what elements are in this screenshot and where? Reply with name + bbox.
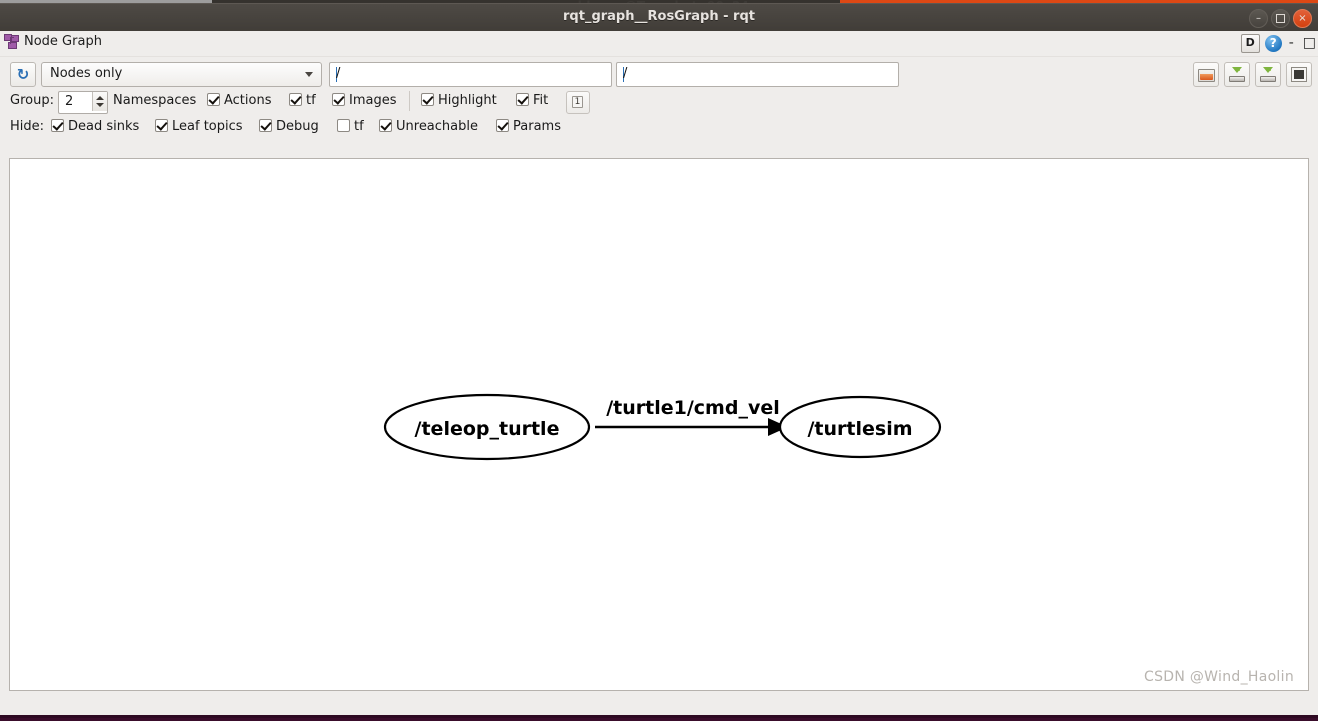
window-close-button[interactable]: × <box>1293 9 1312 28</box>
graph-node-teleop-turtle[interactable]: /teleop_turtle <box>383 393 591 461</box>
group-spinbox-buttons[interactable] <box>92 92 107 111</box>
topic-filter-input[interactable]: / <box>329 62 612 87</box>
fit-in-view-icon: 1 <box>572 96 583 108</box>
group-spinbox-value: 2 <box>65 94 74 109</box>
node-filter-value: / <box>623 66 628 81</box>
tf-label[interactable]: tf <box>306 92 316 110</box>
actions-checkbox[interactable] <box>207 93 220 106</box>
group-label: Group: <box>10 93 54 108</box>
toolbar-action-buttons <box>1193 62 1312 87</box>
window-title: rqt_graph__RosGraph - rqt <box>563 9 755 24</box>
ros-graph-svg: /teleop_turtle /turtlesim /turtle1/cmd_v… <box>383 393 942 461</box>
load-dot-button[interactable] <box>1193 62 1219 87</box>
leaf-topics-checkbox[interactable] <box>155 119 168 132</box>
fit-in-view-button[interactable]: 1 <box>566 91 590 114</box>
node-filter-input[interactable]: / <box>616 62 899 87</box>
hide-label: Hide: <box>10 119 45 134</box>
plugin-header-left: Node Graph <box>4 34 102 49</box>
watermark: CSDN @Wind_Haolin <box>1144 669 1294 685</box>
refresh-button[interactable]: ↻ <box>10 62 36 87</box>
chevron-down-icon <box>305 72 313 77</box>
plugin-float-button[interactable]: □ <box>1301 35 1318 52</box>
save-icon <box>1229 67 1245 82</box>
refresh-icon: ↻ <box>16 65 30 83</box>
rqt-main-window: rqt_graph__RosGraph - rqt – × Node Graph… <box>0 3 1318 715</box>
highlight-checkbox[interactable] <box>421 93 434 106</box>
window-minimize-button[interactable]: – <box>1249 9 1268 28</box>
node-graph-icon <box>4 34 19 49</box>
graph-node-label: /teleop_turtle <box>415 418 560 440</box>
dead-sinks-label[interactable]: Dead sinks <box>68 118 139 136</box>
plugin-header-bar: Node Graph D ? - □ <box>0 31 1318 57</box>
window-controls: – × <box>1249 9 1312 28</box>
tf-checkbox[interactable] <box>289 93 302 106</box>
graph-edge-teleop-to-turtlesim[interactable] <box>595 418 788 436</box>
toolbar-separator <box>409 91 410 111</box>
plugin-minimize-button[interactable]: - <box>1287 35 1296 52</box>
highlight-label[interactable]: Highlight <box>438 92 497 110</box>
folder-open-icon <box>1198 69 1215 82</box>
graph-node-label: /turtlesim <box>807 418 912 440</box>
dock-configuration-button[interactable]: D <box>1240 34 1260 53</box>
hide-tf-label[interactable]: tf <box>354 118 364 136</box>
leaf-topics-label[interactable]: Leaf topics <box>172 118 243 136</box>
images-checkbox[interactable] <box>332 93 345 106</box>
save-icon <box>1260 67 1276 82</box>
fit-label[interactable]: Fit <box>533 92 548 110</box>
toolbar-group-row: Group: 2 Namespaces Actions tf Images Hi… <box>0 89 1318 115</box>
ros-graph-canvas[interactable]: /teleop_turtle /turtlesim /turtle1/cmd_v… <box>9 158 1309 691</box>
window-maximize-button[interactable] <box>1271 9 1290 28</box>
hide-tf-checkbox[interactable] <box>337 119 350 132</box>
dead-sinks-checkbox[interactable] <box>51 119 64 132</box>
desktop-bottom-strip <box>0 715 1318 721</box>
unreachable-checkbox[interactable] <box>379 119 392 132</box>
close-icon: × <box>1298 12 1307 24</box>
params-checkbox[interactable] <box>496 119 509 132</box>
chevron-up-icon[interactable] <box>96 96 104 100</box>
params-label[interactable]: Params <box>513 118 561 136</box>
images-label[interactable]: Images <box>349 92 397 110</box>
save-svg-button[interactable] <box>1255 62 1281 87</box>
save-image-button[interactable] <box>1286 62 1312 87</box>
save-dot-button[interactable] <box>1224 62 1250 87</box>
maximize-icon <box>1276 14 1285 23</box>
graph-type-value: Nodes only <box>50 66 123 81</box>
graph-node-turtlesim[interactable]: /turtlesim <box>778 395 942 459</box>
unreachable-label[interactable]: Unreachable <box>396 118 478 136</box>
namespaces-label: Namespaces <box>113 93 197 108</box>
topic-filter-value: / <box>336 66 341 81</box>
graph-edge-label: /turtle1/cmd_vel <box>606 397 780 419</box>
toolbar-filter-row: ↻ Nodes only / / <box>0 57 1318 89</box>
plugin-header-right: D ? - □ <box>1240 34 1318 53</box>
minimize-icon: – <box>1256 12 1261 24</box>
help-icon[interactable]: ? <box>1264 35 1282 52</box>
graph-type-combobox[interactable]: Nodes only <box>41 62 322 87</box>
debug-label[interactable]: Debug <box>276 118 319 136</box>
fit-checkbox[interactable] <box>516 93 529 106</box>
window-titlebar[interactable]: rqt_graph__RosGraph - rqt – × <box>0 3 1318 31</box>
group-spinbox[interactable]: 2 <box>58 91 108 114</box>
plugin-title: Node Graph <box>24 34 102 49</box>
actions-label[interactable]: Actions <box>224 92 272 110</box>
image-icon <box>1291 67 1307 82</box>
debug-checkbox[interactable] <box>259 119 272 132</box>
chevron-down-icon[interactable] <box>96 103 104 107</box>
toolbar-hide-row: Hide: Dead sinks Leaf topics Debug tf Un… <box>0 115 1318 142</box>
